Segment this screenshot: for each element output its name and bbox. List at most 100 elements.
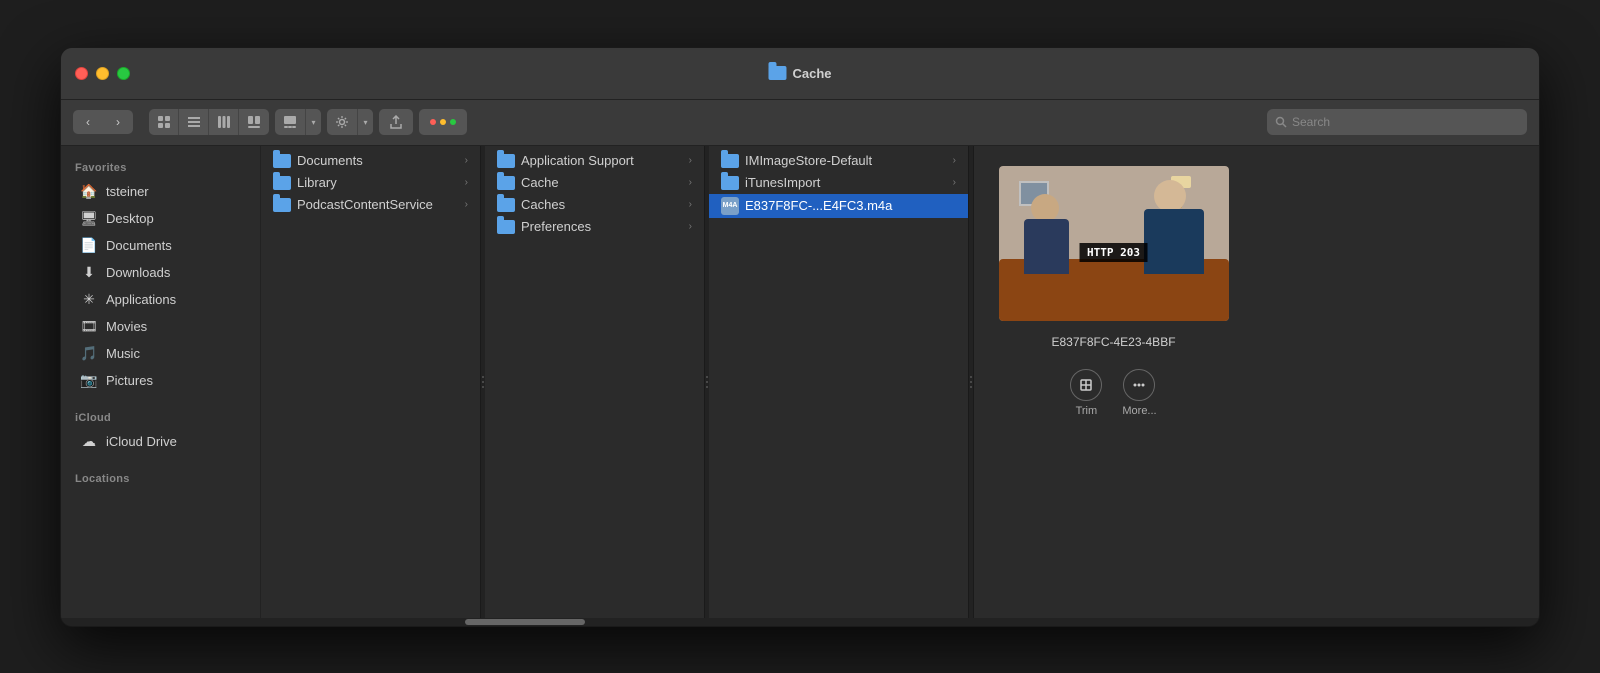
column1-item-documents[interactable]: Documents ›	[261, 150, 480, 172]
sidebar-item-pictures[interactable]: 📷 Pictures	[66, 368, 255, 394]
person1-figure	[1019, 194, 1074, 274]
scrollbar-thumb[interactable]	[465, 619, 585, 625]
sidebar-item-movies[interactable]: 🎞 Movies	[66, 314, 255, 340]
column2-label-caches: Caches	[521, 197, 565, 212]
column1-item-library[interactable]: Library ›	[261, 172, 480, 194]
settings-button-group: ▾	[327, 109, 373, 135]
column2-item-preferences[interactable]: Preferences ›	[485, 216, 704, 238]
http-label: HTTP 203	[1079, 243, 1148, 262]
more-label: More...	[1122, 405, 1156, 417]
view-buttons	[149, 109, 269, 135]
grid-view-button[interactable]	[149, 109, 179, 135]
trim-icon	[1070, 369, 1102, 401]
sidebar-item-desktop[interactable]: 🖥 Desktop	[66, 206, 255, 232]
view-dropdown-arrow[interactable]: ▾	[305, 109, 321, 135]
share-icon	[389, 115, 403, 129]
video-scene: HTTP 203	[999, 166, 1229, 321]
chevron-icon: ›	[465, 199, 468, 210]
more-button[interactable]: More...	[1122, 369, 1156, 417]
forward-icon: ›	[116, 115, 120, 129]
sidebar-item-tsteiner[interactable]: 🏠 tsteiner	[66, 179, 255, 205]
traffic-lights	[75, 67, 130, 80]
maximize-button[interactable]	[117, 67, 130, 80]
toolbar: ‹ ›	[61, 100, 1539, 146]
finder-window: Cache ‹ ›	[60, 47, 1540, 627]
home-icon: 🏠	[80, 183, 98, 201]
trim-label: Trim	[1076, 405, 1098, 417]
preview-actions: Trim More...	[1070, 369, 1156, 417]
column2-label-cache: Cache	[521, 175, 559, 190]
search-input[interactable]	[1292, 115, 1519, 129]
title-folder-icon	[768, 66, 786, 80]
column2-item-application-support[interactable]: Application Support ›	[485, 150, 704, 172]
tag-button[interactable]	[419, 109, 467, 135]
more-icon	[1123, 369, 1155, 401]
search-box[interactable]	[1267, 109, 1527, 135]
column2-item-cache[interactable]: Cache ›	[485, 172, 704, 194]
grid-icon	[157, 115, 171, 129]
settings-dropdown-arrow[interactable]: ▾	[357, 109, 373, 135]
back-icon: ‹	[86, 115, 90, 129]
back-button[interactable]: ‹	[73, 110, 103, 134]
sidebar: Favorites 🏠 tsteiner 🖥 Desktop 📄 Documen…	[61, 146, 261, 618]
column3-label-imimage: IMImageStore-Default	[745, 153, 872, 168]
nav-buttons: ‹ ›	[73, 110, 133, 134]
pictures-icon: 📷	[80, 372, 98, 390]
sidebar-item-music[interactable]: 🎵 Music	[66, 341, 255, 367]
music-icon: 🎵	[80, 345, 98, 363]
column-1: Documents › Library › PodcastContentServ…	[261, 146, 481, 618]
sidebar-item-applications[interactable]: ✳ Applications	[66, 287, 255, 313]
sidebar-item-label-tsteiner: tsteiner	[106, 184, 149, 199]
sidebar-item-label-music: Music	[106, 346, 140, 361]
folder-icon-podcast	[273, 198, 291, 212]
list-view-button[interactable]	[179, 109, 209, 135]
trim-button[interactable]: Trim	[1070, 369, 1102, 417]
folder-icon-preferences	[497, 220, 515, 234]
tag-icon	[429, 115, 457, 129]
chevron-icon: ›	[689, 221, 692, 232]
scrollbar-track	[61, 618, 1539, 626]
column2-label-appsupport: Application Support	[521, 153, 634, 168]
chevron-icon: ›	[689, 155, 692, 166]
column-icon	[217, 115, 231, 129]
column1-item-podcastcontentservice[interactable]: PodcastContentService ›	[261, 194, 480, 216]
folder-icon-imimage	[721, 154, 739, 168]
sidebar-item-label-downloads: Downloads	[106, 265, 170, 280]
sidebar-item-documents[interactable]: 📄 Documents	[66, 233, 255, 259]
column-view-button[interactable]	[209, 109, 239, 135]
sidebar-item-label-applications: Applications	[106, 292, 176, 307]
share-button[interactable]	[379, 109, 413, 135]
gallery-icon	[283, 115, 297, 129]
column2-item-caches[interactable]: Caches ›	[485, 194, 704, 216]
sidebar-item-icloud-drive[interactable]: ☁ iCloud Drive	[66, 429, 255, 455]
column1-label-library: Library	[297, 175, 337, 190]
column3-item-itunesimport[interactable]: iTunesImport ›	[709, 172, 968, 194]
column3-item-imimagestore[interactable]: IMImageStore-Default ›	[709, 150, 968, 172]
cover-flow-view-button[interactable]	[239, 109, 269, 135]
list-icon	[187, 115, 201, 129]
document-icon: 📄	[80, 237, 98, 255]
gallery-view-button-group: ▾	[275, 109, 321, 135]
gear-icon	[335, 115, 349, 129]
preview-image: HTTP 203	[999, 166, 1229, 321]
folder-icon-documents	[273, 154, 291, 168]
column1-label-documents: Documents	[297, 153, 363, 168]
folder-icon-cache	[497, 176, 515, 190]
gallery-view-button[interactable]	[275, 109, 305, 135]
column2-label-preferences: Preferences	[521, 219, 591, 234]
applications-icon: ✳	[80, 291, 98, 309]
sidebar-item-label-desktop: Desktop	[106, 211, 154, 226]
chevron-icon: ›	[689, 177, 692, 188]
settings-button[interactable]	[327, 109, 357, 135]
chevron-icon: ›	[689, 199, 692, 210]
close-button[interactable]	[75, 67, 88, 80]
forward-button[interactable]: ›	[103, 110, 133, 134]
sidebar-item-downloads[interactable]: ⬇ Downloads	[66, 260, 255, 286]
preview-filename: E837F8FC-4E23-4BBF	[1051, 335, 1175, 349]
window-title-area: Cache	[768, 66, 831, 81]
minimize-button[interactable]	[96, 67, 109, 80]
movies-icon: 🎞	[80, 318, 98, 336]
desktop-icon: 🖥	[80, 210, 98, 228]
downloads-icon: ⬇	[80, 264, 98, 282]
column3-item-m4a[interactable]: M4A E837F8FC-...E4FC3.m4a	[709, 194, 968, 218]
